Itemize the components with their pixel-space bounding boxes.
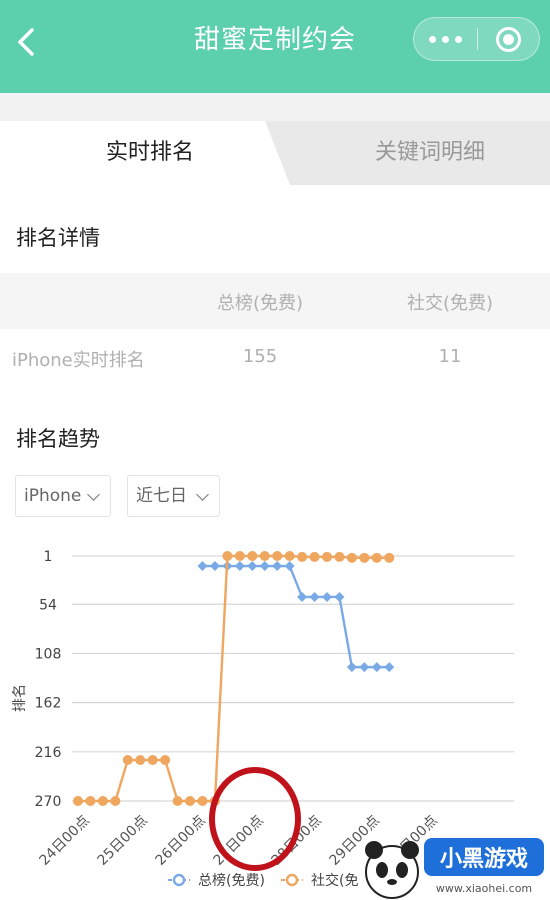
title-bar: 甜蜜定制约会: [0, 0, 550, 93]
data-point: [371, 662, 382, 673]
data-point: [334, 591, 345, 602]
range-select-value: 近七日: [136, 486, 187, 506]
mini-program-capsule: [413, 17, 540, 61]
overall-rank-value: 155: [242, 346, 278, 367]
data-point: [346, 552, 357, 563]
y-tick-label: 54: [39, 597, 57, 613]
data-point: [73, 796, 83, 806]
x-tick-label: 26日00点: [153, 813, 209, 869]
range-select[interactable]: 近七日: [127, 475, 220, 517]
capsule-divider: [477, 28, 478, 50]
data-point: [346, 662, 357, 673]
data-point: [334, 551, 345, 562]
data-point: [359, 552, 370, 563]
watermark-text: 小黑游戏: [440, 846, 528, 872]
data-point: [234, 551, 245, 561]
data-point: [160, 755, 171, 766]
tab-keyword-detail[interactable]: 关键词明细: [330, 121, 530, 185]
data-point: [272, 561, 283, 572]
data-point: [85, 796, 96, 806]
data-point: [185, 796, 196, 806]
record-circle-icon[interactable]: [496, 27, 521, 52]
chevron-down-icon: [196, 488, 209, 501]
series-line: [202, 564, 390, 669]
rank-trend-title: 排名趋势: [16, 427, 100, 451]
legend-swatch-marker: [285, 873, 299, 887]
device-select[interactable]: iPhone: [15, 475, 111, 517]
data-point: [322, 591, 332, 602]
data-point: [110, 796, 121, 806]
chart-series: [73, 551, 395, 806]
xiaohei-watermark-logo: 小黑游戏 www.xiaohei.com: [365, 838, 544, 899]
legend-label[interactable]: 社交(免: [311, 872, 358, 889]
data-point: [297, 591, 308, 602]
y-tick-label: 162: [35, 696, 62, 712]
legend-label[interactable]: 总榜(免费): [198, 872, 265, 889]
x-tick-label: 25日00点: [95, 813, 151, 869]
data-point: [247, 561, 258, 572]
data-point: [284, 561, 295, 572]
social-rank-value: 11: [438, 346, 462, 367]
data-point: [384, 552, 395, 563]
y-axis-ticks: 1 54 108 162 216 270: [35, 549, 62, 810]
device-select-value: iPhone: [24, 486, 82, 506]
data-point: [322, 551, 332, 562]
data-point: [197, 796, 208, 806]
data-point: [209, 561, 220, 572]
data-point: [384, 662, 395, 673]
data-point: [297, 551, 308, 562]
watermark-url: www.xiaohei.com: [436, 882, 532, 895]
y-axis-label: 排名: [12, 684, 28, 712]
data-point: [309, 551, 320, 562]
y-tick-label: 1: [44, 549, 53, 565]
tab-realtime-rank-label[interactable]: 实时排名: [60, 121, 240, 185]
series-line: [78, 554, 390, 803]
y-tick-label: 108: [35, 646, 62, 662]
data-point: [259, 561, 270, 572]
data-point: [284, 551, 295, 561]
row-label-iphone-rank: iPhone实时排名: [12, 350, 145, 371]
y-tick-label: 270: [35, 794, 62, 810]
data-point: [222, 551, 233, 561]
data-point: [247, 551, 258, 561]
data-point: [135, 755, 146, 766]
column-header-overall: 总榜(免费): [216, 293, 304, 314]
data-point: [172, 796, 183, 806]
x-tick-label: 24日00点: [37, 813, 93, 869]
data-point: [197, 561, 208, 572]
column-header-social: 社交(免费): [406, 293, 494, 314]
data-point: [371, 552, 382, 563]
chevron-down-icon: [87, 488, 100, 501]
tab-bar: 实时排名 关键词明细: [0, 121, 550, 185]
more-dots-icon[interactable]: [414, 18, 477, 60]
legend-swatch-marker: [172, 873, 186, 887]
data-point: [259, 551, 270, 561]
data-point: [122, 755, 133, 766]
data-point: [234, 561, 245, 572]
data-point: [272, 551, 283, 561]
data-point: [97, 796, 108, 806]
chart-legend: 总榜(免费) 社交(免: [168, 872, 358, 889]
rank-detail-title: 排名详情: [16, 226, 100, 250]
y-tick-label: 216: [35, 745, 62, 761]
data-point: [359, 662, 370, 673]
data-point: [147, 755, 158, 766]
data-point: [309, 591, 320, 602]
